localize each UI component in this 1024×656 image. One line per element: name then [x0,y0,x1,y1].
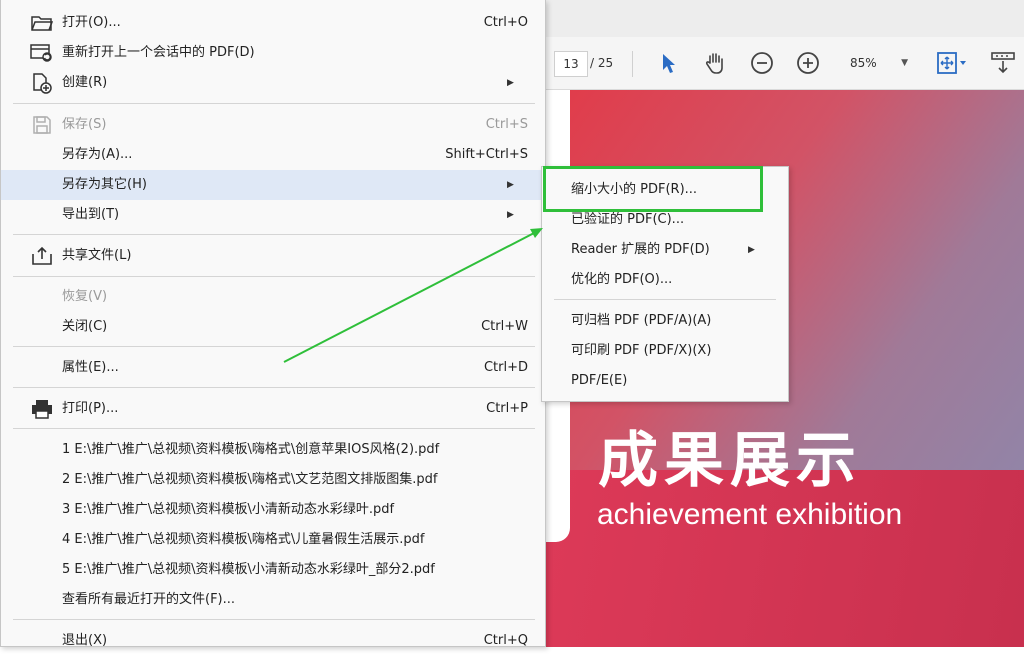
reopen-icon [29,42,55,64]
menu-item-label: 退出(X) [62,633,108,648]
menu-item-label: 已验证的 PDF(C)... [571,212,685,227]
menu-item-open[interactable]: 打开(O)... Ctrl+O [1,8,545,38]
submenu-arrow-icon: ▶ [507,78,514,88]
menu-separator [13,387,535,388]
toolbar: 13 / 25 85% ▼ [540,37,1024,90]
menu-item-label: 另存为(A)... [62,147,133,162]
recent-file-1[interactable]: 1 E:\推广\推广\总视频\资料模板\嗨格式\创意苹果IOS风格(2).pdf [1,435,545,465]
submenu-item-printable[interactable]: 可印刷 PDF (PDF/X)(X) [542,336,788,366]
menu-item-label: 4 E:\推广\推广\总视频\资料模板\嗨格式\儿童暑假生活展示.pdf [62,532,425,547]
menu-item-label: 缩小大小的 PDF(R)... [571,182,698,197]
submenu-arrow-icon: ▶ [507,210,514,220]
submenu-item-reduced-size[interactable]: 缩小大小的 PDF(R)... [542,175,788,205]
document-title: 成果展示 [598,426,862,496]
page-view-icon[interactable] [932,37,972,89]
menu-item-label: Reader 扩展的 PDF(D) [571,242,710,257]
recent-file-2[interactable]: 2 E:\推广\推广\总视频\资料模板\嗨格式\文艺范图文排版图集.pdf [1,465,545,495]
menu-item-label: 1 E:\推广\推广\总视频\资料模板\嗨格式\创意苹果IOS风格(2).pdf [62,442,440,457]
save-disk-icon [29,114,55,136]
document-subtitle: achievement exhibition [597,498,903,531]
menu-shortcut: Ctrl+Q [483,633,528,648]
file-menu: 打开(O)... Ctrl+O 重新打开上一个会话中的 PDF(D) 创建(R)… [0,0,546,648]
zoom-out-icon[interactable] [748,37,776,89]
select-tool-icon[interactable] [655,37,683,89]
menu-separator [13,346,535,347]
toolbar-divider [632,51,633,77]
menu-item-label: 打开(O)... [62,15,121,30]
menu-item-print[interactable]: 打印(P)... Ctrl+P [1,394,545,424]
menu-item-exit[interactable]: 退出(X) Ctrl+Q [1,626,545,656]
menu-shortcut: Ctrl+S [485,117,528,132]
scroll-mode-icon[interactable] [988,37,1018,89]
menu-separator [13,234,535,235]
chevron-down-icon: ▼ [901,58,908,68]
menu-separator [13,103,535,104]
menu-item-label: 打印(P)... [62,401,119,416]
menu-item-reopen-session[interactable]: 重新打开上一个会话中的 PDF(D) [1,38,545,68]
menu-item-view-all-recent[interactable]: 查看所有最近打开的文件(F)... [1,585,545,615]
menu-item-label: 共享文件(L) [62,248,132,263]
menu-separator [13,619,535,620]
menu-item-label: 2 E:\推广\推广\总视频\资料模板\嗨格式\文艺范图文排版图集.pdf [62,472,438,487]
submenu-item-optimized[interactable]: 优化的 PDF(O)... [542,265,788,295]
menu-item-label: 优化的 PDF(O)... [571,272,673,287]
menu-item-close[interactable]: 关闭(C) Ctrl+W [1,312,545,342]
menu-separator [13,276,535,277]
menu-separator [554,299,776,300]
menu-shortcut: Ctrl+O [483,15,528,30]
menu-item-label: 5 E:\推广\推广\总视频\资料模板\小清新动态水彩绿叶_部分2.pdf [62,562,435,577]
menu-item-properties[interactable]: 属性(E)... Ctrl+D [1,353,545,383]
menu-item-export-to[interactable]: 导出到(T) ▶ [1,200,545,230]
menu-item-label: 3 E:\推广\推广\总视频\资料模板\小清新动态水彩绿叶.pdf [62,502,395,517]
menu-item-label: 另存为其它(H) [62,177,147,192]
menu-item-label: 创建(R) [62,75,108,90]
page-number-input[interactable]: 13 [554,51,588,77]
folder-open-icon [29,12,55,34]
menu-item-label: 恢复(V) [62,289,108,304]
submenu-item-archivable[interactable]: 可归档 PDF (PDF/A)(A) [542,306,788,336]
recent-file-5[interactable]: 5 E:\推广\推广\总视频\资料模板\小清新动态水彩绿叶_部分2.pdf [1,555,545,585]
submenu-item-certified[interactable]: 已验证的 PDF(C)... [542,205,788,235]
submenu-arrow-icon: ▶ [507,180,514,190]
menu-item-label: 保存(S) [62,117,107,132]
recent-file-3[interactable]: 3 E:\推广\推广\总视频\资料模板\小清新动态水彩绿叶.pdf [1,495,545,525]
share-upload-icon [29,245,55,267]
menu-item-label: 重新打开上一个会话中的 PDF(D) [62,45,255,60]
save-as-other-submenu: 缩小大小的 PDF(R)... 已验证的 PDF(C)... Reader 扩展… [541,166,789,402]
menu-item-label: 可归档 PDF (PDF/A)(A) [571,313,712,328]
menu-item-label: 导出到(T) [62,207,120,222]
menu-item-label: 可印刷 PDF (PDF/X)(X) [571,343,712,358]
menu-shortcut: Shift+Ctrl+S [445,147,528,162]
printer-icon [29,398,55,420]
menu-item-label: 属性(E)... [62,360,119,375]
menu-item-share-file[interactable]: 共享文件(L) [1,241,545,271]
create-pdf-icon [29,72,55,94]
menu-separator [13,428,535,429]
menu-item-label: 关闭(C) [62,319,108,334]
page-total: / 25 [590,56,614,70]
menu-item-label: PDF/E(E) [571,373,628,388]
menu-shortcut: Ctrl+P [486,401,528,416]
submenu-item-reader-extended[interactable]: Reader 扩展的 PDF(D) ▶ [542,235,788,265]
menu-item-save-as-other[interactable]: 另存为其它(H) ▶ [1,170,545,200]
menu-shortcut: Ctrl+W [481,319,528,334]
zoom-level-dropdown[interactable]: 85% ▼ [838,51,908,75]
zoom-in-icon[interactable] [794,37,822,89]
zoom-level-value: 85% [850,56,877,70]
recent-file-4[interactable]: 4 E:\推广\推广\总视频\资料模板\嗨格式\儿童暑假生活展示.pdf [1,525,545,555]
hand-tool-icon[interactable] [700,37,730,89]
menu-item-save-as[interactable]: 另存为(A)... Shift+Ctrl+S [1,140,545,170]
menu-item-save[interactable]: 保存(S) Ctrl+S [1,110,545,140]
menu-shortcut: Ctrl+D [483,360,528,375]
menu-item-create[interactable]: 创建(R) ▶ [1,68,545,98]
submenu-arrow-icon: ▶ [748,245,755,255]
submenu-item-pdf-e[interactable]: PDF/E(E) [542,366,788,396]
menu-item-revert[interactable]: 恢复(V) [1,282,545,312]
menu-item-label: 查看所有最近打开的文件(F)... [62,592,236,607]
